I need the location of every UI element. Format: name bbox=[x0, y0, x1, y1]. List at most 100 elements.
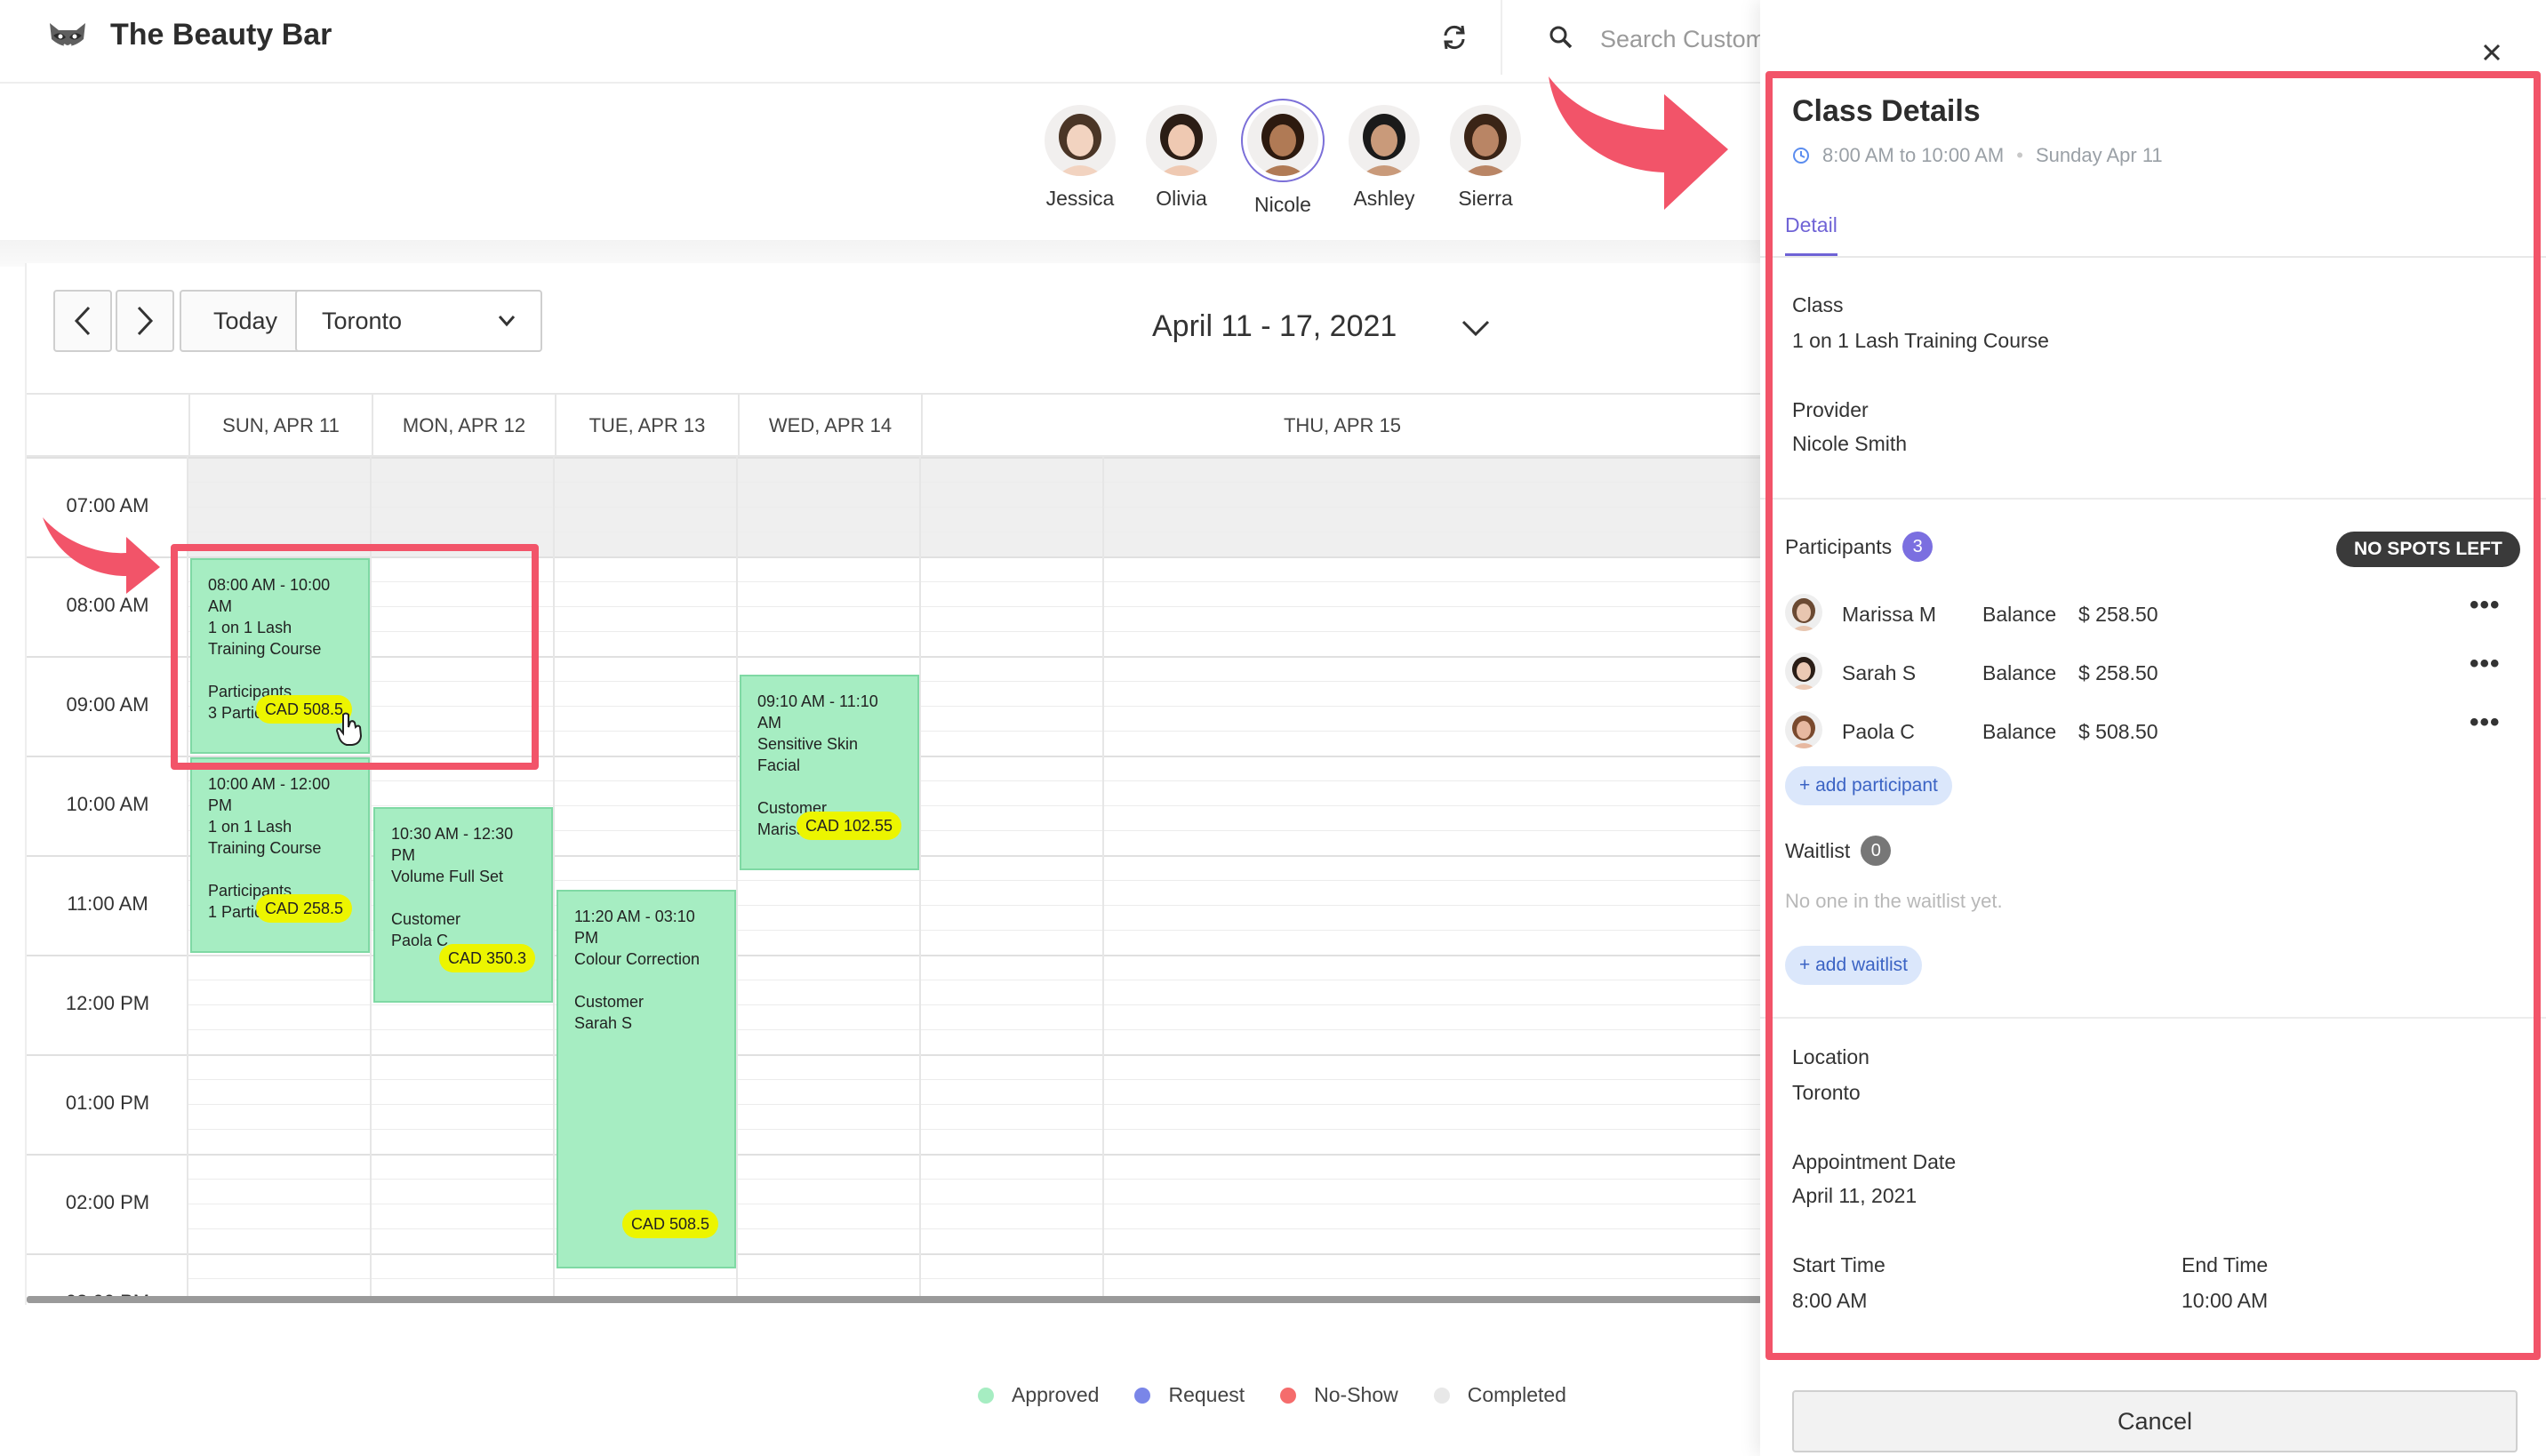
close-icon[interactable] bbox=[2478, 39, 2505, 66]
grid-line bbox=[188, 1179, 1762, 1180]
balance-value: $ 508.50 bbox=[2078, 720, 2158, 743]
time-label: 08:00 AM bbox=[66, 594, 149, 616]
day-header: WED, APR 14 bbox=[738, 395, 921, 457]
grid-line bbox=[27, 756, 188, 757]
tab-detail[interactable]: Detail bbox=[1785, 213, 1837, 257]
location-select[interactable]: Toronto bbox=[295, 290, 542, 352]
event-title: Volume Full Set bbox=[391, 868, 504, 885]
legend-label: Completed bbox=[1467, 1383, 1566, 1406]
status-legend: Approved Request No-Show Completed bbox=[978, 1383, 1566, 1407]
avatar bbox=[1146, 105, 1217, 176]
appointment-event[interactable]: 10:30 AM - 12:30 PM Volume Full Set Custom… bbox=[373, 807, 553, 1003]
panel-time-range: 8:00 AM to 10:00 AM bbox=[1822, 144, 2005, 166]
grid-line bbox=[188, 1054, 1762, 1056]
legend-dot bbox=[1280, 1387, 1297, 1404]
legend-label: Request bbox=[1168, 1383, 1245, 1406]
location-select-value: Toronto bbox=[322, 307, 403, 334]
add-waitlist-button[interactable]: + add waitlist bbox=[1785, 946, 1922, 985]
participant-row: Sarah S Balance $ 258.50 ••• bbox=[1785, 649, 2514, 693]
legend-label: No-Show bbox=[1314, 1383, 1398, 1406]
price-badge: CAD 508.5 bbox=[621, 1209, 718, 1238]
avatar bbox=[1045, 105, 1116, 176]
event-detail-label: Customer bbox=[574, 993, 645, 1012]
app-title: The Beauty Bar bbox=[110, 18, 332, 52]
grid-line bbox=[188, 1129, 1762, 1130]
balance-value: $ 258.50 bbox=[2078, 661, 2158, 684]
more-options-icon[interactable]: ••• bbox=[2470, 708, 2501, 738]
avatar bbox=[1450, 105, 1521, 176]
grid-line bbox=[188, 606, 1762, 607]
event-title: 1 on 1 Lash Training Course bbox=[208, 818, 322, 857]
balance-label: Balance bbox=[1982, 661, 2057, 684]
end-time-label: End Time bbox=[2182, 1253, 2269, 1276]
provider-jessica[interactable]: Jessica bbox=[1031, 98, 1129, 211]
time-label: 02:00 PM bbox=[65, 1191, 150, 1213]
grid-line bbox=[187, 457, 188, 1296]
event-spacer bbox=[208, 660, 352, 681]
grid-line bbox=[736, 457, 738, 1296]
calendar-day-headers: SUN, APR 11 MON, APR 12 TUE, APR 13 WED, AP… bbox=[27, 393, 1762, 457]
appointment-event[interactable]: 08:00 AM - 10:00 AM 1 on 1 Lash Training … bbox=[190, 558, 370, 754]
appointment-event[interactable]: 09:10 AM - 11:10 AM Sensitive Skin Facial… bbox=[740, 674, 919, 870]
selected-ring bbox=[1241, 99, 1325, 182]
legend-item: Approved bbox=[978, 1383, 1099, 1407]
grid-line bbox=[188, 656, 1762, 658]
price-badge: CAD 258.5 bbox=[255, 894, 352, 923]
grid-line bbox=[188, 1104, 1762, 1105]
day-header: MON, APR 12 bbox=[372, 395, 555, 457]
balance-label: Balance bbox=[1982, 720, 2057, 743]
appointment-event[interactable]: 10:00 AM - 12:00 PM 1 on 1 Lash Training … bbox=[190, 757, 370, 953]
legend-item: Request bbox=[1134, 1383, 1245, 1407]
more-options-icon[interactable]: ••• bbox=[2470, 590, 2501, 620]
appointment-date-value: April 11, 2021 bbox=[1792, 1184, 1918, 1207]
legend-label: Approved bbox=[1012, 1383, 1100, 1406]
participant-name: Marissa M bbox=[1842, 603, 1937, 626]
grid-line bbox=[27, 556, 188, 558]
provider-sierra[interactable]: Sierra bbox=[1437, 98, 1534, 211]
cancel-button[interactable]: Cancel bbox=[1792, 1390, 2518, 1452]
appointment-event[interactable]: 11:20 AM - 03:10 PM Colour Correction Cust… bbox=[556, 890, 736, 1268]
balance-label: Balance bbox=[1982, 603, 2057, 626]
grid-line bbox=[553, 457, 555, 1296]
participant-row: Paola C Balance $ 508.50 ••• bbox=[1785, 708, 2514, 752]
provider-ashley[interactable]: Ashley bbox=[1335, 98, 1433, 211]
event-spacer bbox=[208, 859, 352, 880]
chevron-down-icon[interactable] bbox=[1460, 315, 1492, 341]
panel-title: Class Details bbox=[1792, 94, 1981, 128]
grid-line bbox=[188, 1004, 1762, 1005]
search-icon bbox=[1549, 26, 1573, 49]
search-input[interactable] bbox=[1600, 21, 1760, 57]
legend-dot bbox=[978, 1387, 994, 1404]
grid-line bbox=[27, 955, 188, 956]
chevron-left-icon bbox=[74, 306, 91, 336]
avatar bbox=[1247, 105, 1318, 176]
provider-olivia[interactable]: Olivia bbox=[1133, 98, 1230, 211]
event-title: Colour Correction bbox=[574, 950, 701, 969]
waitlist-label: Waitlist bbox=[1785, 838, 1851, 862]
class-details-panel: Class Details 8:00 AM to 10:00 AM • Sund… bbox=[1760, 0, 2546, 1456]
grid-line bbox=[188, 1079, 1762, 1080]
grid-line bbox=[27, 656, 188, 658]
grid-line bbox=[188, 1278, 1762, 1279]
add-participant-button[interactable]: + add participant bbox=[1785, 766, 1952, 805]
next-week-button[interactable] bbox=[116, 290, 174, 352]
appointment-date-label: Appointment Date bbox=[1792, 1150, 1957, 1173]
event-detail-label: Customer bbox=[391, 910, 461, 928]
provider-nicole[interactable]: Nicole bbox=[1234, 98, 1332, 217]
participant-name: Sarah S bbox=[1842, 661, 1917, 684]
calendar: Today Toronto April 11 - 17, 2021 SUN, A… bbox=[25, 263, 1762, 1305]
event-time: 10:30 AM - 12:30 PM bbox=[391, 825, 514, 864]
day-header: TUE, APR 13 bbox=[555, 395, 738, 457]
balance-value: $ 258.50 bbox=[2078, 603, 2158, 626]
horizontal-scrollbar[interactable] bbox=[27, 1296, 1762, 1303]
tabs-divider bbox=[1760, 256, 2546, 258]
raccoon-icon bbox=[50, 23, 85, 47]
previous-week-button[interactable] bbox=[53, 290, 112, 352]
pointer-arrow-icon bbox=[1549, 76, 1728, 210]
refresh-icon[interactable] bbox=[1438, 21, 1470, 53]
more-options-icon[interactable]: ••• bbox=[2470, 649, 2501, 679]
section-divider bbox=[1760, 498, 2546, 500]
legend-item: No-Show bbox=[1280, 1383, 1398, 1407]
time-label: 09:00 AM bbox=[66, 693, 149, 716]
today-button[interactable]: Today bbox=[180, 290, 311, 352]
